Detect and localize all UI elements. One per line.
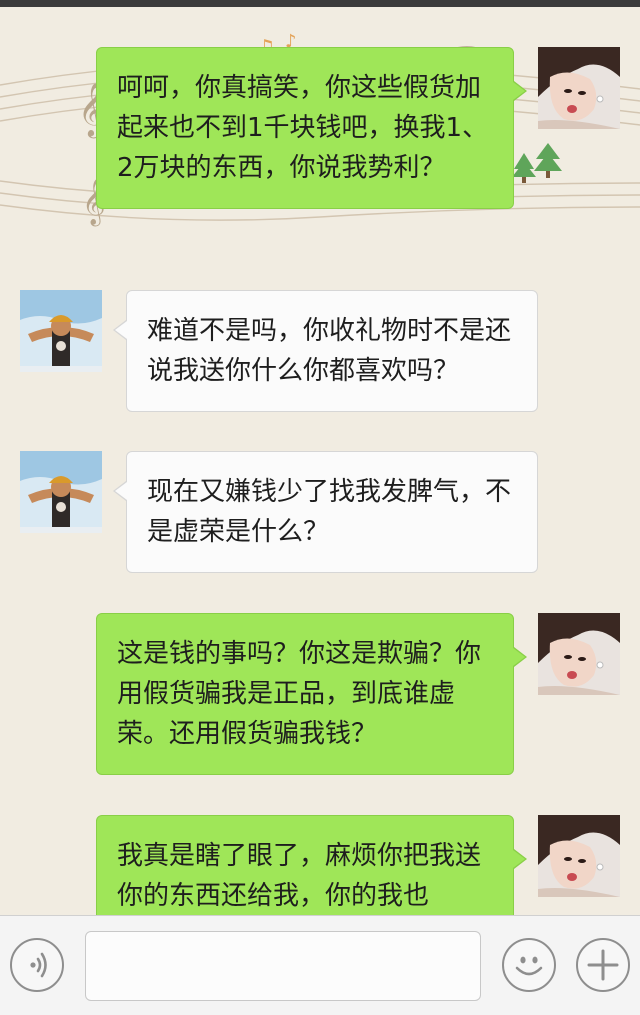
chat-input-bar bbox=[0, 915, 640, 1015]
message-text: 现在又嫌钱少了找我发脾气，不是虚荣是什么？ bbox=[147, 477, 512, 547]
emoji-icon bbox=[515, 956, 543, 976]
status-bar bbox=[0, 0, 640, 7]
my-avatar[interactable] bbox=[538, 815, 620, 897]
contact-avatar[interactable] bbox=[20, 290, 102, 372]
message-text: 难道不是吗，你收礼物时不是还说我送你什么你都喜欢吗？ bbox=[147, 316, 512, 386]
emoji-button[interactable] bbox=[502, 938, 556, 992]
plus-icon bbox=[587, 949, 619, 981]
more-button[interactable] bbox=[576, 938, 630, 992]
chat-message-list[interactable]: 呵呵，你真搞笑，你这些假货加起来也不到1千块钱吧，换我1、2万块的东西，你说我势… bbox=[0, 7, 640, 915]
message-bubble-sent[interactable]: 呵呵，你真搞笑，你这些假货加起来也不到1千块钱吧，换我1、2万块的东西，你说我势… bbox=[96, 47, 527, 209]
message-text: 呵呵，你真搞笑，你这些假货加起来也不到1千块钱吧，换我1、2万块的东西，你说我势… bbox=[117, 73, 489, 183]
message-bubble-received[interactable]: 现在又嫌钱少了找我发脾气，不是虚荣是什么？ bbox=[113, 451, 538, 573]
my-avatar[interactable] bbox=[538, 47, 620, 129]
voice-button[interactable] bbox=[10, 938, 64, 992]
message-text: 这是钱的事吗？你这是欺骗？你用假货骗我是正品，到底谁虚荣。还用假货骗我钱？ bbox=[117, 639, 482, 749]
contact-avatar[interactable] bbox=[20, 451, 102, 533]
message-bubble-sent[interactable]: 这是钱的事吗？你这是欺骗？你用假货骗我是正品，到底谁虚荣。还用假货骗我钱？ bbox=[96, 613, 527, 775]
my-avatar[interactable] bbox=[538, 613, 620, 695]
voice-icon bbox=[30, 952, 47, 978]
message-bubble-sent[interactable]: 我真是瞎了眼了，麻烦你把我送你的东西还给我，你的我也 bbox=[96, 815, 527, 915]
message-text: 我真是瞎了眼了，麻烦你把我送你的东西还给我，你的我也 bbox=[117, 841, 482, 911]
message-bubble-received[interactable]: 难道不是吗，你收礼物时不是还说我送你什么你都喜欢吗？ bbox=[113, 290, 538, 412]
message-input[interactable] bbox=[85, 931, 481, 1001]
